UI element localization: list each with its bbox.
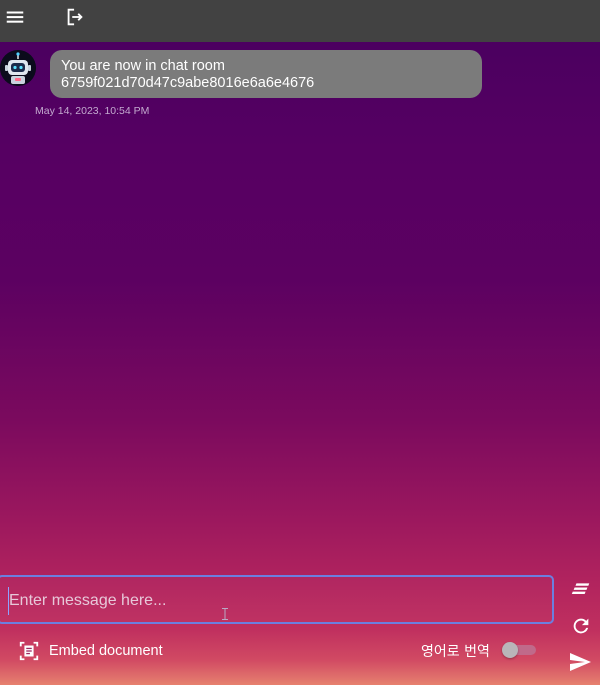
- translate-toggle[interactable]: [502, 642, 536, 658]
- summarize-icon: [571, 583, 590, 594]
- text-cursor-icon: [222, 608, 228, 620]
- embed-document-label: Embed document: [49, 643, 163, 659]
- chat-app: You are now in chat room 6759f021d70d47c…: [0, 0, 600, 685]
- message-input[interactable]: [8, 587, 541, 615]
- refresh-icon: [573, 618, 589, 634]
- message-bubble: You are now in chat room 6759f021d70d47c…: [50, 50, 482, 98]
- menu-button[interactable]: [2, 4, 28, 30]
- message-line: You are now in chat room: [61, 58, 225, 74]
- logout-icon: [67, 8, 83, 26]
- top-toolbar: [0, 0, 600, 42]
- toggle-thumb: [502, 642, 518, 658]
- embed-document-button[interactable]: Embed document: [18, 639, 163, 663]
- summarize-button[interactable]: [569, 576, 593, 600]
- send-button[interactable]: [568, 650, 592, 674]
- robot-avatar: [0, 50, 36, 86]
- message-timestamp: May 14, 2023, 10:54 PM: [35, 105, 150, 117]
- robot-icon: [0, 50, 36, 86]
- message-input-container: [0, 575, 554, 624]
- translate-label: 영어로 번역: [421, 644, 490, 660]
- menu-icon: [6, 11, 24, 23]
- send-icon: [570, 653, 591, 671]
- logout-button[interactable]: [62, 4, 88, 30]
- message-line: 6759f021d70d47c9abe8016e6a6e4676: [61, 74, 315, 91]
- document-scan-icon: [19, 641, 39, 661]
- refresh-button[interactable]: [569, 614, 593, 638]
